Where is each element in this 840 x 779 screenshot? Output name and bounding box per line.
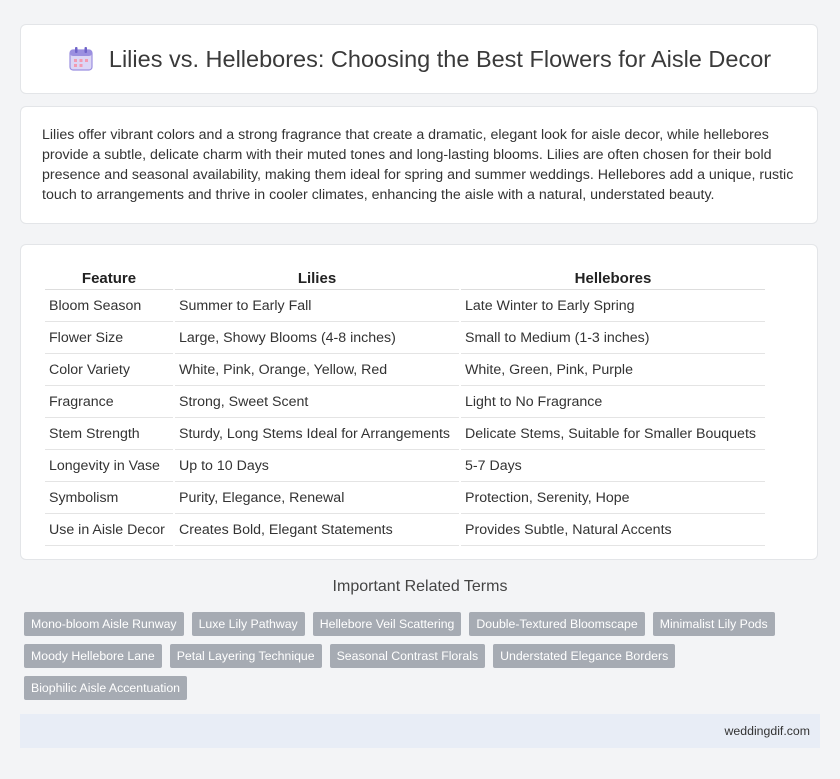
cell-hellebores: Late Winter to Early Spring	[461, 292, 765, 322]
table-row: Bloom Season Summer to Early Fall Late Win…	[45, 292, 765, 322]
cell-feature: Symbolism	[45, 484, 173, 514]
related-term-tag[interactable]: Luxe Lily Pathway	[191, 612, 305, 636]
table-row: Fragrance Strong, Sweet Scent Light to No …	[45, 388, 765, 418]
cell-lilies: Up to 10 Days	[175, 452, 459, 482]
related-term-tag[interactable]: Moody Hellebore Lane	[24, 644, 162, 668]
calendar-icon	[69, 47, 93, 71]
cell-feature: Longevity in Vase	[45, 452, 173, 482]
cell-hellebores: Light to No Fragrance	[461, 388, 765, 418]
intro-text: Lilies offer vibrant colors and a strong…	[42, 127, 794, 203]
cell-hellebores: Small to Medium (1-3 inches)	[461, 324, 765, 354]
related-terms-title: Important Related Terms	[332, 578, 508, 595]
cell-hellebores: Delicate Stems, Suitable for Smaller Bou…	[461, 420, 765, 450]
cell-lilies: Creates Bold, Elegant Statements	[175, 516, 459, 546]
cell-feature: Flower Size	[45, 324, 173, 354]
comparison-card: Feature Lilies Hellebores Bloom Season Su…	[20, 244, 818, 560]
related-term-tag[interactable]: Understated Elegance Borders	[493, 644, 676, 668]
cell-hellebores: 5-7 Days	[461, 452, 765, 482]
table-row: Stem Strength Sturdy, Long Stems Ideal fo…	[45, 420, 765, 450]
related-term-tag[interactable]: Double-Textured Bloomscape	[469, 612, 645, 636]
cell-lilies: White, Pink, Orange, Yellow, Red	[175, 356, 459, 386]
header-feature: Feature	[45, 267, 173, 290]
table-row: Color Variety White, Pink, Orange, Yellow…	[45, 356, 765, 386]
cell-lilies: Sturdy, Long Stems Ideal for Arrangement…	[175, 420, 459, 450]
intro-card: Lilies offer vibrant colors and a strong…	[20, 106, 818, 224]
related-term-tag[interactable]: Seasonal Contrast Florals	[329, 644, 486, 668]
cell-feature: Bloom Season	[45, 292, 173, 322]
related-term-tag[interactable]: Mono-bloom Aisle Runway	[24, 612, 184, 636]
related-term-tag[interactable]: Petal Layering Technique	[169, 644, 322, 668]
title-card: Lilies vs. Hellebores: Choosing the Best…	[20, 24, 818, 94]
header-hellebores: Hellebores	[461, 267, 765, 290]
cell-feature: Use in Aisle Decor	[45, 516, 173, 546]
cell-lilies: Large, Showy Blooms (4-8 inches)	[175, 324, 459, 354]
table-row: Longevity in Vase Up to 10 Days 5-7 Days	[45, 452, 765, 482]
footer-site[interactable]: weddingdif.com	[725, 724, 810, 738]
table-row: Flower Size Large, Showy Blooms (4-8 inch…	[45, 324, 765, 354]
cell-hellebores: Provides Subtle, Natural Accents	[461, 516, 765, 546]
cell-lilies: Strong, Sweet Scent	[175, 388, 459, 418]
cell-hellebores: Protection, Serenity, Hope	[461, 484, 765, 514]
cell-lilies: Summer to Early Fall	[175, 292, 459, 322]
related-term-tag[interactable]: Hellebore Veil Scattering	[312, 612, 462, 636]
related-terms-list: Mono-bloom Aisle Runway Luxe Lily Pathway…	[24, 612, 794, 700]
cell-hellebores: White, Green, Pink, Purple	[461, 356, 765, 386]
cell-feature: Fragrance	[45, 388, 173, 418]
table-row: Use in Aisle Decor Creates Bold, Elegant …	[45, 516, 765, 546]
footer: weddingdif.com	[20, 714, 820, 748]
table-row: Symbolism Purity, Elegance, Renewal Protec…	[45, 484, 765, 514]
related-term-tag[interactable]: Minimalist Lily Pods	[652, 612, 775, 636]
cell-feature: Stem Strength	[45, 420, 173, 450]
cell-feature: Color Variety	[45, 356, 173, 386]
comparison-table: Feature Lilies Hellebores Bloom Season Su…	[43, 265, 767, 548]
related-term-tag[interactable]: Biophilic Aisle Accentuation	[24, 676, 188, 700]
cell-lilies: Purity, Elegance, Renewal	[175, 484, 459, 514]
page-title: Lilies vs. Hellebores: Choosing the Best…	[108, 45, 772, 72]
header-lilies: Lilies	[175, 267, 459, 290]
table-header-row: Feature Lilies Hellebores	[45, 267, 765, 290]
